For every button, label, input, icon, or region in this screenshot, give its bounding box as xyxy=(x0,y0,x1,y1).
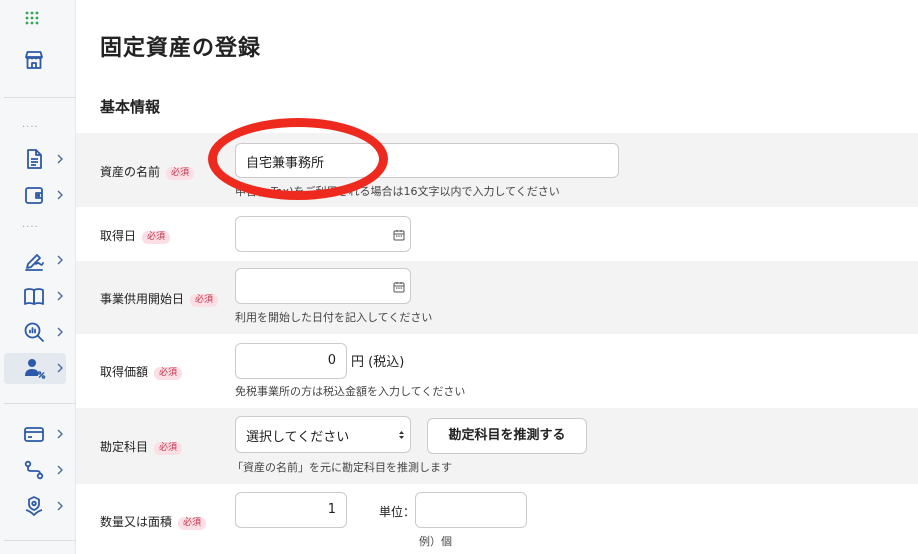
required-badge: 必須 xyxy=(154,442,183,455)
section-title: 基本情報 xyxy=(100,98,161,116)
price-unit-label: 円 (税込) xyxy=(351,355,405,370)
chevron-right-icon xyxy=(57,429,63,439)
store-icon xyxy=(25,51,43,69)
select-arrows-icon xyxy=(399,431,404,439)
sidebar-divider xyxy=(4,403,76,404)
form-row-acquisition-date: 取得日 必須 xyxy=(76,207,918,261)
required-badge: 必須 xyxy=(154,367,183,380)
sidebar-item-documents[interactable] xyxy=(0,143,76,175)
acquisition-date-input[interactable] xyxy=(235,216,411,252)
sidebar-item-fixed-assets[interactable] xyxy=(0,352,76,384)
sidebar-item-card[interactable] xyxy=(0,418,76,450)
form-row-acquisition-price: 取得価額 必須 xyxy=(76,334,918,408)
required-badge: 必須 xyxy=(190,294,219,307)
card-icon xyxy=(24,427,44,442)
acquisition-price-help: 免税事業所の方は税込金額を入力してください xyxy=(235,385,466,398)
sidebar-item-route[interactable] xyxy=(0,454,76,486)
apps-grid-icon xyxy=(25,11,39,25)
guess-account-button[interactable]: 勘定科目を推測する xyxy=(427,418,587,454)
business-start-date-help: 利用を開始した日付を記入してください xyxy=(235,311,433,324)
signature-icon xyxy=(25,254,44,271)
chevron-right-icon xyxy=(57,465,63,475)
account-label: 勘定科目 必須 xyxy=(100,438,183,455)
sidebar-item-wallet[interactable] xyxy=(0,179,76,211)
sidebar-dots: ···· xyxy=(22,122,39,133)
sidebar-item-support[interactable] xyxy=(0,490,76,522)
acquisition-date-label: 取得日 必須 xyxy=(100,227,171,244)
book-icon xyxy=(24,288,44,305)
apps-grid-button[interactable] xyxy=(0,6,76,38)
sidebar: ···· ···· xyxy=(0,0,76,554)
required-badge: 必須 xyxy=(142,231,171,244)
unit-label: 単位： xyxy=(379,505,416,519)
acquisition-price-label: 取得価額 必須 xyxy=(100,363,183,380)
sidebar-divider xyxy=(4,540,76,541)
calendar-icon[interactable] xyxy=(393,281,405,293)
unit-input[interactable] xyxy=(415,492,527,528)
chevron-right-icon xyxy=(57,501,63,511)
calendar-icon[interactable] xyxy=(393,229,405,241)
chevron-right-icon xyxy=(57,154,63,164)
acquisition-price-input[interactable]: 0 xyxy=(235,343,347,379)
chevron-right-icon xyxy=(57,291,63,301)
hand-badge-icon xyxy=(25,496,43,516)
sidebar-item-book[interactable] xyxy=(0,280,76,312)
required-badge: 必須 xyxy=(166,167,195,180)
sidebar-item-store[interactable] xyxy=(0,44,76,76)
document-icon xyxy=(27,149,42,169)
chevron-right-icon xyxy=(57,327,63,337)
quantity-input[interactable]: 1 xyxy=(235,492,347,528)
sidebar-dots: ···· xyxy=(22,222,39,233)
form-row-business-start-date: 事業供用開始日 必須 xyxy=(76,261,918,334)
quantity-label: 数量又は面積 必須 xyxy=(100,513,207,530)
user-percent-icon xyxy=(25,359,46,379)
chevron-right-icon xyxy=(57,255,63,265)
sidebar-item-analytics[interactable] xyxy=(0,316,76,348)
analytics-search-icon xyxy=(24,322,44,342)
business-start-date-input[interactable] xyxy=(235,268,411,304)
wallet-icon xyxy=(25,187,43,204)
sidebar-divider xyxy=(4,97,76,98)
business-start-date-label: 事業供用開始日 必須 xyxy=(100,290,219,307)
route-icon xyxy=(24,460,44,480)
asset-name-label: 資産の名前 必須 xyxy=(100,163,195,180)
chevron-right-icon xyxy=(57,190,63,200)
chevron-right-icon xyxy=(57,363,63,373)
required-badge: 必須 xyxy=(178,517,207,530)
asset-name-input[interactable]: 自宅兼事務所 xyxy=(235,143,619,178)
account-select[interactable]: 選択してください xyxy=(235,416,411,453)
asset-name-help: 申告(e-Tax)をご利用される場合は16文字以内で入力してください xyxy=(235,185,560,198)
unit-example: 例）個 xyxy=(419,535,452,548)
page-title: 固定資産の登録 xyxy=(100,36,262,61)
sidebar-item-signature[interactable] xyxy=(0,244,76,276)
account-help: 「資産の名前」を元に勘定科目を推測します xyxy=(232,461,452,474)
